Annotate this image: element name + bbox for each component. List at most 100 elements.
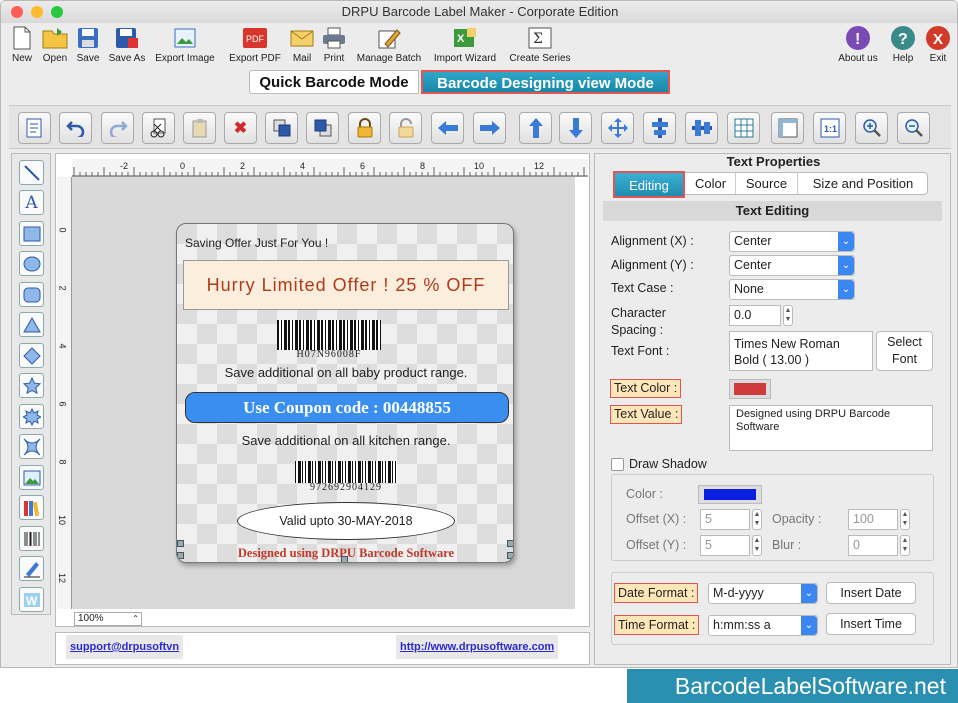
quick-barcode-mode-tab[interactable]: Quick Barcode Mode bbox=[249, 70, 419, 94]
blur-stepper[interactable]: ▲ ▼ bbox=[900, 535, 910, 556]
tab-editing[interactable]: Editing bbox=[613, 171, 685, 198]
properties-icon[interactable] bbox=[18, 112, 51, 144]
line-tool-icon[interactable] bbox=[19, 160, 44, 185]
star-tool-icon[interactable] bbox=[19, 373, 44, 398]
coupon-box[interactable]: Use Coupon code : 00448855 bbox=[185, 392, 509, 423]
zoom-select[interactable]: 100% ⌃ bbox=[74, 612, 142, 626]
offer-small-text[interactable]: Saving Offer Just For You ! bbox=[185, 236, 328, 250]
select-font-button[interactable]: Select Font bbox=[876, 331, 933, 371]
paste-icon[interactable] bbox=[183, 112, 216, 144]
offset-y-input[interactable]: 5 bbox=[700, 535, 750, 556]
maximize-window-icon[interactable] bbox=[51, 6, 63, 18]
baby-range-text[interactable]: Save additional on all baby product rang… bbox=[177, 365, 513, 380]
export-image-button[interactable]: Export Image bbox=[152, 25, 218, 64]
save-as-button[interactable]: Save As bbox=[105, 25, 149, 64]
offset-x-input[interactable]: 5 bbox=[700, 509, 750, 530]
grid-icon[interactable] bbox=[727, 112, 760, 144]
text-case-select[interactable]: None ⌄ bbox=[729, 279, 855, 300]
open-button[interactable]: Open bbox=[39, 25, 71, 64]
text-color-swatch[interactable] bbox=[729, 379, 771, 399]
shadow-color-swatch[interactable] bbox=[698, 485, 762, 504]
export-pdf-button[interactable]: PDF Export PDF bbox=[225, 25, 285, 64]
arrow-right-icon[interactable] bbox=[473, 112, 506, 144]
resize-handle[interactable] bbox=[177, 540, 184, 547]
mail-button[interactable]: Mail bbox=[287, 25, 317, 64]
tab-source[interactable]: Source bbox=[736, 173, 798, 194]
offer-banner[interactable]: Hurry Limited Offer ! 25 % OFF bbox=[183, 260, 509, 310]
align-horizontal-icon[interactable] bbox=[685, 112, 718, 144]
text-tool-icon[interactable]: A bbox=[19, 190, 44, 215]
resize-handle[interactable] bbox=[341, 556, 348, 562]
import-wizard-button[interactable]: X Import Wizard bbox=[429, 25, 501, 64]
arrow-down-icon[interactable] bbox=[559, 112, 592, 144]
actual-size-icon[interactable]: 1:1 bbox=[813, 112, 846, 144]
barcode-label[interactable]: Saving Offer Just For You ! Hurry Limite… bbox=[176, 223, 514, 563]
lock-icon[interactable] bbox=[348, 112, 381, 144]
library-tool-icon[interactable] bbox=[19, 495, 44, 520]
arrow-up-icon[interactable] bbox=[519, 112, 552, 144]
offset-y-stepper[interactable]: ▲ ▼ bbox=[752, 535, 762, 556]
cut-icon[interactable] bbox=[142, 112, 175, 144]
offset-x-stepper[interactable]: ▲ ▼ bbox=[752, 509, 762, 530]
kitchen-range-text[interactable]: Save additional on all kitchen range. bbox=[177, 433, 513, 448]
triangle-tool-icon[interactable] bbox=[19, 312, 44, 337]
alignment-x-select[interactable]: Center ⌄ bbox=[729, 231, 855, 252]
new-button[interactable]: New bbox=[7, 25, 37, 64]
validity-ellipse[interactable]: Valid upto 30-MAY-2018 bbox=[237, 502, 455, 540]
concave-star-tool-icon[interactable] bbox=[19, 434, 44, 459]
ellipse-tool-icon[interactable] bbox=[19, 251, 44, 276]
close-window-icon[interactable] bbox=[11, 6, 23, 18]
rectangle-tool-icon[interactable] bbox=[19, 221, 44, 246]
unlock-icon[interactable] bbox=[389, 112, 422, 144]
move-center-icon[interactable] bbox=[601, 112, 634, 144]
resize-handle[interactable] bbox=[507, 552, 513, 559]
opacity-stepper[interactable]: ▲ ▼ bbox=[900, 509, 910, 530]
print-button[interactable]: Print bbox=[319, 25, 349, 64]
designing-view-mode-tab[interactable]: Barcode Designing view Mode bbox=[421, 70, 670, 94]
resize-handle[interactable] bbox=[507, 540, 513, 547]
blur-input[interactable]: 0 bbox=[848, 535, 898, 556]
image-tool-icon[interactable] bbox=[19, 465, 44, 490]
delete-icon[interactable]: ✖ bbox=[224, 112, 257, 144]
signature-tool-icon[interactable] bbox=[19, 556, 44, 581]
exit-button[interactable]: X Exit bbox=[923, 25, 953, 64]
character-spacing-input[interactable]: 0.0 bbox=[729, 305, 781, 326]
bring-front-icon[interactable] bbox=[265, 112, 298, 144]
align-vertical-icon[interactable] bbox=[643, 112, 676, 144]
zoom-out-icon[interactable] bbox=[897, 112, 930, 144]
barcode-1[interactable] bbox=[277, 320, 381, 350]
help-button[interactable]: ? Help bbox=[887, 25, 919, 64]
website-link[interactable]: http://www.drpusoftware.com bbox=[396, 635, 559, 659]
character-spacing-stepper[interactable]: ▲ ▼ bbox=[783, 305, 793, 326]
watermark-tool-icon[interactable]: W bbox=[19, 587, 44, 612]
resize-handle[interactable] bbox=[177, 552, 184, 559]
offset-x-label: Offset (X) : bbox=[626, 512, 687, 526]
time-format-select[interactable]: h:mm:ss a ⌄ bbox=[708, 615, 818, 636]
alignment-y-select[interactable]: Center ⌄ bbox=[729, 255, 855, 276]
support-link[interactable]: support@drpusoftvn bbox=[66, 635, 184, 659]
barcode-tool-icon[interactable] bbox=[19, 526, 44, 551]
burst-tool-icon[interactable] bbox=[19, 404, 44, 429]
manage-batch-button[interactable]: Manage Batch bbox=[353, 25, 425, 64]
redo-icon[interactable] bbox=[101, 112, 134, 144]
draw-shadow-checkbox[interactable] bbox=[611, 458, 624, 471]
about-us-button[interactable]: ! About us bbox=[833, 25, 883, 64]
barcode-2[interactable] bbox=[295, 461, 397, 483]
opacity-input[interactable]: 100 bbox=[848, 509, 898, 530]
date-format-select[interactable]: M-d-yyyy ⌄ bbox=[708, 583, 818, 604]
ruler-view-icon[interactable] bbox=[771, 112, 804, 144]
zoom-in-icon[interactable] bbox=[855, 112, 888, 144]
create-series-button[interactable]: Σ Create Series bbox=[505, 25, 575, 64]
insert-time-button[interactable]: Insert Time bbox=[826, 613, 916, 635]
arrow-left-icon[interactable] bbox=[431, 112, 464, 144]
diamond-tool-icon[interactable] bbox=[19, 343, 44, 368]
insert-date-button[interactable]: Insert Date bbox=[826, 582, 916, 604]
rounded-rectangle-tool-icon[interactable] bbox=[19, 282, 44, 307]
tab-size-position[interactable]: Size and Position bbox=[798, 173, 928, 194]
tab-color[interactable]: Color bbox=[686, 173, 736, 194]
save-button[interactable]: Save bbox=[73, 25, 103, 64]
minimize-window-icon[interactable] bbox=[31, 6, 43, 18]
send-back-icon[interactable] bbox=[306, 112, 339, 144]
text-value-textarea[interactable]: Designed using DRPU Barcode Software bbox=[729, 405, 933, 451]
undo-icon[interactable] bbox=[59, 112, 92, 144]
